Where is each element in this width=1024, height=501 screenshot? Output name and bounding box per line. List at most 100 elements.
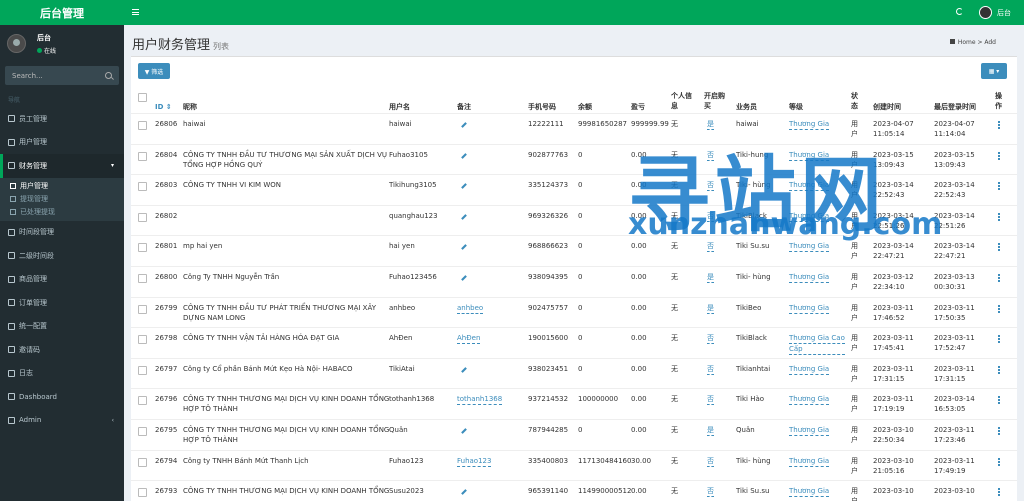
pencil-icon[interactable] bbox=[461, 183, 467, 190]
row-open-purchase[interactable]: 否 bbox=[707, 241, 714, 253]
row-action-menu-icon[interactable] bbox=[998, 304, 1000, 313]
sidebar-item[interactable]: 财务管理 ▾ bbox=[0, 154, 124, 178]
row-checkbox[interactable] bbox=[138, 151, 147, 161]
row-open-purchase[interactable]: 是 bbox=[707, 119, 714, 130]
row-action-menu-icon[interactable] bbox=[998, 335, 1000, 344]
columns-button[interactable]: ▦ ▾ bbox=[981, 63, 1007, 79]
row-level[interactable]: Thương Gia bbox=[789, 394, 830, 406]
submenu-item[interactable]: 已处理提现 bbox=[0, 206, 124, 219]
row-checkbox[interactable] bbox=[138, 121, 147, 130]
row-open-purchase[interactable]: 否 bbox=[707, 150, 714, 161]
row-level[interactable]: Thương Gia bbox=[789, 150, 830, 161]
row-open-purchase[interactable]: 否 bbox=[707, 364, 714, 375]
row-open-purchase[interactable]: 否 bbox=[707, 333, 714, 345]
sidebar-item[interactable]: Dashboard bbox=[0, 385, 124, 409]
menu-toggle-icon[interactable] bbox=[132, 9, 139, 15]
filter-button[interactable]: ▼ 筛选 bbox=[138, 63, 170, 79]
sidebar-item[interactable]: Admin ‹ bbox=[0, 409, 124, 433]
row-remark-link[interactable]: tothanh1368 bbox=[457, 394, 503, 406]
row-level[interactable]: Thương Gia bbox=[789, 119, 830, 130]
row-level-line1[interactable]: Thương Gia bbox=[789, 180, 830, 192]
row-open-purchase[interactable]: 否 bbox=[707, 211, 714, 222]
row-level[interactable]: Thương Gia bbox=[789, 211, 830, 222]
row-level-line1[interactable]: Thương Gia bbox=[789, 119, 830, 130]
row-action-menu-icon[interactable] bbox=[998, 121, 1000, 129]
row-open-purchase[interactable]: 否 bbox=[707, 486, 714, 498]
breadcrumb-home[interactable]: Home bbox=[958, 39, 976, 46]
sidebar-item[interactable]: 用户管理 bbox=[0, 131, 124, 155]
row-action-menu-icon[interactable] bbox=[998, 457, 1000, 466]
row-checkbox[interactable] bbox=[138, 335, 147, 345]
search-input[interactable] bbox=[12, 71, 92, 80]
sidebar-item[interactable]: 订单管理 bbox=[0, 291, 124, 315]
row-level-line1[interactable]: Thương Gia bbox=[789, 303, 830, 314]
sidebar-item[interactable]: 员工管理 bbox=[0, 107, 124, 131]
row-action-menu-icon[interactable] bbox=[998, 273, 1000, 282]
row-checkbox[interactable] bbox=[138, 243, 147, 253]
header-id[interactable]: ID ⇕ bbox=[155, 102, 172, 112]
pencil-icon[interactable] bbox=[461, 428, 467, 434]
row-open-purchase[interactable]: 是 bbox=[707, 303, 714, 314]
row-level[interactable]: Thương Gia bbox=[789, 486, 830, 498]
row-action-menu-icon[interactable] bbox=[998, 396, 1000, 405]
row-level[interactable]: Thương Gia bbox=[789, 303, 830, 314]
row-checkbox[interactable] bbox=[138, 396, 147, 406]
row-open-purchase[interactable]: 否 bbox=[707, 394, 714, 406]
row-action-menu-icon[interactable] bbox=[998, 365, 1000, 374]
row-level[interactable]: Thương Gia bbox=[789, 272, 830, 283]
sidebar-item[interactable]: 时间段管理 bbox=[0, 221, 124, 245]
row-level[interactable]: Thương Gia bbox=[789, 364, 830, 375]
row-open-purchase[interactable]: 是 bbox=[707, 425, 714, 436]
sidebar-item[interactable]: 邀请码 bbox=[0, 338, 124, 362]
row-action-menu-icon[interactable] bbox=[998, 488, 1000, 497]
sidebar-item[interactable]: 日志 bbox=[0, 362, 124, 386]
row-action-menu-icon[interactable] bbox=[998, 426, 1000, 435]
pencil-icon[interactable] bbox=[461, 213, 467, 220]
row-checkbox[interactable] bbox=[138, 488, 147, 498]
row-checkbox[interactable] bbox=[138, 304, 147, 314]
pencil-icon[interactable] bbox=[461, 366, 467, 373]
row-action-menu-icon[interactable] bbox=[998, 182, 1000, 191]
row-checkbox[interactable] bbox=[138, 426, 147, 436]
row-open-purchase[interactable]: 是 bbox=[707, 272, 714, 283]
pencil-icon[interactable] bbox=[461, 275, 467, 281]
top-user-name[interactable]: 后台 bbox=[997, 8, 1011, 18]
app-logo[interactable]: 后台管理 bbox=[0, 0, 124, 25]
row-checkbox[interactable] bbox=[138, 457, 147, 467]
pencil-icon[interactable] bbox=[461, 122, 467, 128]
row-level[interactable]: Thương Gia bbox=[789, 180, 830, 192]
sidebar-item[interactable]: 统一配置 bbox=[0, 315, 124, 339]
row-level[interactable]: Thương Gia Cao Cấp bbox=[789, 333, 845, 356]
row-remark-link[interactable]: anhbeo bbox=[457, 303, 484, 314]
row-level-line1[interactable]: Thương Gia Cao bbox=[789, 333, 845, 345]
row-remark-link[interactable]: AhĐen bbox=[457, 333, 481, 345]
row-level-line1[interactable]: Thương Gia bbox=[789, 211, 830, 222]
select-all-checkbox[interactable] bbox=[138, 93, 147, 102]
submenu-item[interactable]: 提现管理 bbox=[0, 193, 124, 206]
row-level[interactable]: Thương Gia bbox=[789, 241, 830, 253]
search-icon[interactable] bbox=[105, 72, 112, 79]
row-remark-link[interactable]: Fuhao123 bbox=[457, 456, 492, 467]
sidebar-item[interactable]: 二级时间段 bbox=[0, 244, 124, 268]
row-open-purchase[interactable]: 否 bbox=[707, 180, 714, 192]
top-avatar[interactable] bbox=[979, 6, 992, 19]
row-level-line1[interactable]: Thương Gia bbox=[789, 364, 830, 375]
sidebar-item[interactable]: 商品管理 bbox=[0, 268, 124, 292]
row-level-line1[interactable]: Thương Gia bbox=[789, 241, 830, 253]
row-action-menu-icon[interactable] bbox=[998, 212, 1000, 221]
row-level-line2[interactable]: Cấp bbox=[789, 344, 845, 356]
row-level-line1[interactable]: Thương Gia bbox=[789, 272, 830, 283]
row-level-line1[interactable]: Thương Gia bbox=[789, 394, 830, 406]
row-level-line1[interactable]: Thương Gia bbox=[789, 486, 830, 498]
row-open-purchase[interactable]: 否 bbox=[707, 456, 714, 467]
row-action-menu-icon[interactable] bbox=[998, 243, 1000, 252]
row-level[interactable]: Thương Gia bbox=[789, 456, 830, 467]
row-level-line1[interactable]: Thương Gia bbox=[789, 425, 830, 436]
row-level-line1[interactable]: Thương Gia bbox=[789, 456, 830, 467]
pencil-icon[interactable] bbox=[461, 244, 467, 251]
row-action-menu-icon[interactable] bbox=[998, 151, 1000, 160]
submenu-item[interactable]: 用户管理 bbox=[0, 180, 124, 193]
refresh-icon[interactable] bbox=[956, 8, 963, 15]
row-checkbox[interactable] bbox=[138, 182, 147, 192]
row-level-line1[interactable]: Thương Gia bbox=[789, 150, 830, 161]
